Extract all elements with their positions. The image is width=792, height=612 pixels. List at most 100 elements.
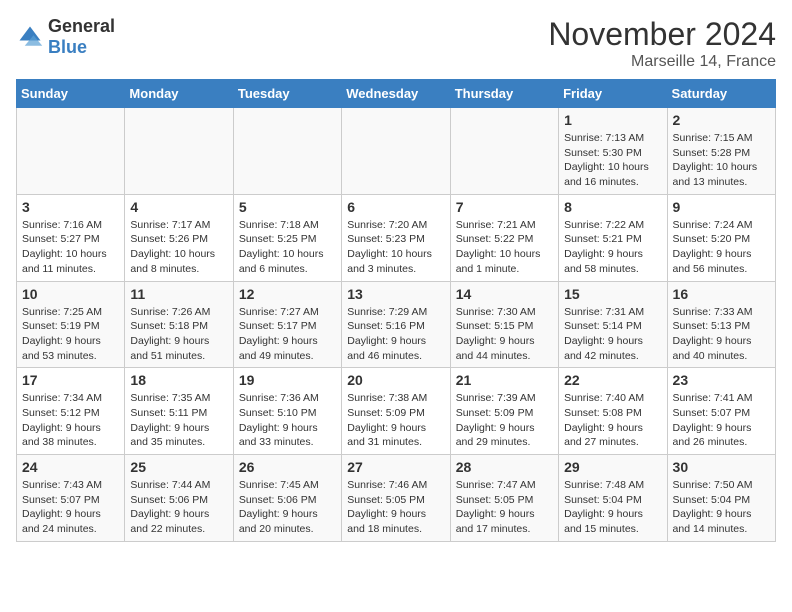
calendar-cell — [125, 108, 233, 195]
day-number: 13 — [347, 286, 444, 302]
day-number: 15 — [564, 286, 661, 302]
cell-text: Sunrise: 7:34 AM Sunset: 5:12 PM Dayligh… — [22, 391, 119, 450]
calendar-cell: 29 Sunrise: 7:48 AM Sunset: 5:04 PM Dayli… — [559, 455, 667, 542]
calendar-cell — [233, 108, 341, 195]
cell-text: Sunrise: 7:30 AM Sunset: 5:15 PM Dayligh… — [456, 305, 553, 364]
cell-text: Sunrise: 7:20 AM Sunset: 5:23 PM Dayligh… — [347, 218, 444, 277]
cell-text: Sunrise: 7:22 AM Sunset: 5:21 PM Dayligh… — [564, 218, 661, 277]
calendar-cell: 14 Sunrise: 7:30 AM Sunset: 5:15 PM Dayli… — [450, 281, 558, 368]
calendar-cell: 30Sunrise: 7:50 AM Sunset: 5:04 PM Dayli… — [667, 455, 775, 542]
calendar-cell: 3 Sunrise: 7:16 AM Sunset: 5:27 PM Daylig… — [17, 194, 125, 281]
calendar-cell: 8 Sunrise: 7:22 AM Sunset: 5:21 PM Daylig… — [559, 194, 667, 281]
calendar-cell: 13 Sunrise: 7:29 AM Sunset: 5:16 PM Dayli… — [342, 281, 450, 368]
day-number: 3 — [22, 199, 119, 215]
cell-text: Sunrise: 7:39 AM Sunset: 5:09 PM Dayligh… — [456, 391, 553, 450]
calendar-week-2: 10 Sunrise: 7:25 AM Sunset: 5:19 PM Dayli… — [17, 281, 776, 368]
header-saturday: Saturday — [667, 80, 775, 108]
cell-text: Sunrise: 7:21 AM Sunset: 5:22 PM Dayligh… — [456, 218, 553, 277]
day-number: 5 — [239, 199, 336, 215]
calendar-cell: 1Sunrise: 7:13 AM Sunset: 5:30 PM Daylig… — [559, 108, 667, 195]
calendar-week-4: 24Sunrise: 7:43 AM Sunset: 5:07 PM Dayli… — [17, 455, 776, 542]
location-title: Marseille 14, France — [548, 53, 776, 71]
calendar-cell: 7 Sunrise: 7:21 AM Sunset: 5:22 PM Daylig… — [450, 194, 558, 281]
header-tuesday: Tuesday — [233, 80, 341, 108]
calendar-cell: 12 Sunrise: 7:27 AM Sunset: 5:17 PM Dayli… — [233, 281, 341, 368]
day-number: 14 — [456, 286, 553, 302]
cell-text: Sunrise: 7:18 AM Sunset: 5:25 PM Dayligh… — [239, 218, 336, 277]
calendar-cell: 10 Sunrise: 7:25 AM Sunset: 5:19 PM Dayli… — [17, 281, 125, 368]
cell-text: Sunrise: 7:24 AM Sunset: 5:20 PM Dayligh… — [673, 218, 770, 277]
cell-text: Sunrise: 7:13 AM Sunset: 5:30 PM Dayligh… — [564, 131, 661, 190]
calendar-cell: 11Sunrise: 7:26 AM Sunset: 5:18 PM Dayli… — [125, 281, 233, 368]
cell-text: Sunrise: 7:15 AM Sunset: 5:28 PM Dayligh… — [673, 131, 770, 190]
calendar-cell — [342, 108, 450, 195]
cell-text: Sunrise: 7:16 AM Sunset: 5:27 PM Dayligh… — [22, 218, 119, 277]
day-number: 18 — [130, 372, 227, 388]
calendar-cell: 24Sunrise: 7:43 AM Sunset: 5:07 PM Dayli… — [17, 455, 125, 542]
cell-text: Sunrise: 7:48 AM Sunset: 5:04 PM Dayligh… — [564, 478, 661, 537]
calendar-cell: 21 Sunrise: 7:39 AM Sunset: 5:09 PM Dayli… — [450, 368, 558, 455]
header-sunday: Sunday — [17, 80, 125, 108]
day-number: 12 — [239, 286, 336, 302]
cell-text: Sunrise: 7:35 AM Sunset: 5:11 PM Dayligh… — [130, 391, 227, 450]
calendar-week-0: 1Sunrise: 7:13 AM Sunset: 5:30 PM Daylig… — [17, 108, 776, 195]
logo-blue: Blue — [48, 37, 87, 57]
day-number: 16 — [673, 286, 770, 302]
day-number: 28 — [456, 459, 553, 475]
cell-text: Sunrise: 7:47 AM Sunset: 5:05 PM Dayligh… — [456, 478, 553, 537]
calendar-header: Sunday Monday Tuesday Wednesday Thursday… — [17, 80, 776, 108]
calendar-week-1: 3 Sunrise: 7:16 AM Sunset: 5:27 PM Daylig… — [17, 194, 776, 281]
day-number: 30 — [673, 459, 770, 475]
cell-text: Sunrise: 7:36 AM Sunset: 5:10 PM Dayligh… — [239, 391, 336, 450]
header-friday: Friday — [559, 80, 667, 108]
calendar-table: Sunday Monday Tuesday Wednesday Thursday… — [16, 79, 776, 542]
cell-text: Sunrise: 7:31 AM Sunset: 5:14 PM Dayligh… — [564, 305, 661, 364]
calendar-cell: 19 Sunrise: 7:36 AM Sunset: 5:10 PM Dayli… — [233, 368, 341, 455]
month-title: November 2024 — [548, 16, 776, 53]
day-number: 2 — [673, 112, 770, 128]
logo-text: General Blue — [48, 16, 115, 58]
cell-text: Sunrise: 7:43 AM Sunset: 5:07 PM Dayligh… — [22, 478, 119, 537]
day-number: 8 — [564, 199, 661, 215]
calendar-cell: 22Sunrise: 7:40 AM Sunset: 5:08 PM Dayli… — [559, 368, 667, 455]
cell-text: Sunrise: 7:25 AM Sunset: 5:19 PM Dayligh… — [22, 305, 119, 364]
cell-text: Sunrise: 7:45 AM Sunset: 5:06 PM Dayligh… — [239, 478, 336, 537]
header-wednesday: Wednesday — [342, 80, 450, 108]
day-number: 21 — [456, 372, 553, 388]
calendar-cell: 15 Sunrise: 7:31 AM Sunset: 5:14 PM Dayli… — [559, 281, 667, 368]
calendar-cell — [450, 108, 558, 195]
day-number: 10 — [22, 286, 119, 302]
calendar-body: 1Sunrise: 7:13 AM Sunset: 5:30 PM Daylig… — [17, 108, 776, 542]
cell-text: Sunrise: 7:29 AM Sunset: 5:16 PM Dayligh… — [347, 305, 444, 364]
calendar-cell — [17, 108, 125, 195]
day-number: 7 — [456, 199, 553, 215]
calendar-cell: 17Sunrise: 7:34 AM Sunset: 5:12 PM Dayli… — [17, 368, 125, 455]
header-thursday: Thursday — [450, 80, 558, 108]
calendar-cell: 16 Sunrise: 7:33 AM Sunset: 5:13 PM Dayli… — [667, 281, 775, 368]
day-number: 6 — [347, 199, 444, 215]
day-number: 9 — [673, 199, 770, 215]
cell-text: Sunrise: 7:33 AM Sunset: 5:13 PM Dayligh… — [673, 305, 770, 364]
page-header: General Blue November 2024 Marseille 14,… — [16, 16, 776, 71]
calendar-cell: 6 Sunrise: 7:20 AM Sunset: 5:23 PM Daylig… — [342, 194, 450, 281]
calendar-cell: 20Sunrise: 7:38 AM Sunset: 5:09 PM Dayli… — [342, 368, 450, 455]
calendar-cell: 18 Sunrise: 7:35 AM Sunset: 5:11 PM Dayli… — [125, 368, 233, 455]
day-number: 23 — [673, 372, 770, 388]
cell-text: Sunrise: 7:46 AM Sunset: 5:05 PM Dayligh… — [347, 478, 444, 537]
cell-text: Sunrise: 7:27 AM Sunset: 5:17 PM Dayligh… — [239, 305, 336, 364]
cell-text: Sunrise: 7:44 AM Sunset: 5:06 PM Dayligh… — [130, 478, 227, 537]
logo-general: General — [48, 16, 115, 36]
calendar-cell: 9 Sunrise: 7:24 AM Sunset: 5:20 PM Daylig… — [667, 194, 775, 281]
calendar-cell: 23 Sunrise: 7:41 AM Sunset: 5:07 PM Dayli… — [667, 368, 775, 455]
calendar-cell: 28 Sunrise: 7:47 AM Sunset: 5:05 PM Dayli… — [450, 455, 558, 542]
cell-text: Sunrise: 7:41 AM Sunset: 5:07 PM Dayligh… — [673, 391, 770, 450]
day-number: 29 — [564, 459, 661, 475]
day-number: 25 — [130, 459, 227, 475]
day-number: 4 — [130, 199, 227, 215]
cell-text: Sunrise: 7:40 AM Sunset: 5:08 PM Dayligh… — [564, 391, 661, 450]
day-number: 19 — [239, 372, 336, 388]
calendar-week-3: 17Sunrise: 7:34 AM Sunset: 5:12 PM Dayli… — [17, 368, 776, 455]
day-number: 26 — [239, 459, 336, 475]
header-monday: Monday — [125, 80, 233, 108]
day-number: 20 — [347, 372, 444, 388]
